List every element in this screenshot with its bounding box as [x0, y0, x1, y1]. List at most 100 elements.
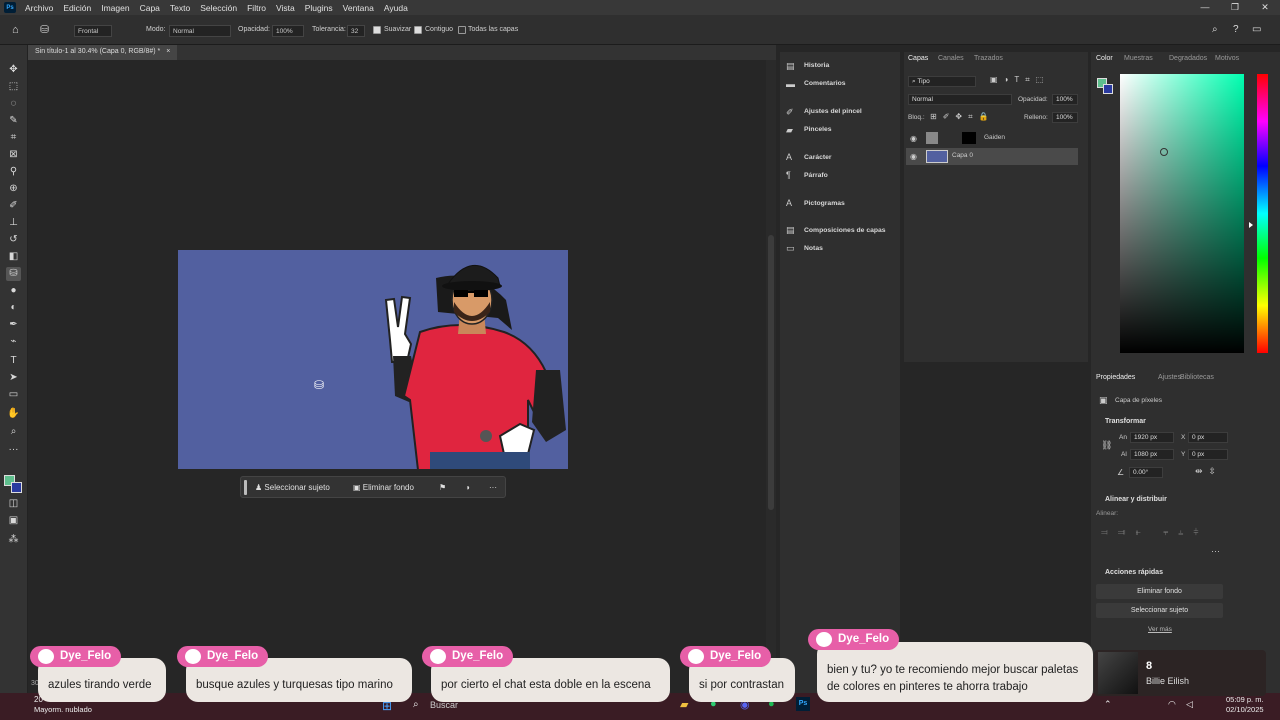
vertical-scrollbar-thumb[interactable]: [768, 235, 774, 510]
layer-row-selected[interactable]: ◉ Capa 0: [906, 148, 1078, 165]
align-icons[interactable]: ⫤⫥⫦ ⫧⫨⫩: [1101, 527, 1209, 538]
panel-composiciones[interactable]: Composiciones de capas: [804, 227, 886, 234]
panel-comentarios[interactable]: Comentarios: [804, 80, 846, 87]
brush-tool-icon[interactable]: ✐: [6, 199, 21, 213]
extras-icon[interactable]: ⁂: [6, 533, 21, 547]
tab-degradados[interactable]: Degradados: [1169, 55, 1207, 62]
background-color-swatch[interactable]: [11, 482, 22, 493]
tab-ajustes[interactable]: Ajustes: [1158, 374, 1181, 381]
hue-slider-handle[interactable]: [1249, 222, 1253, 228]
tolerance-input[interactable]: 32: [347, 25, 365, 37]
paint-bucket-preset-icon[interactable]: ⛁: [40, 23, 49, 36]
paint-bucket-tool-icon[interactable]: ⛁: [6, 267, 21, 281]
paragraph-icon[interactable]: ¶: [786, 170, 791, 180]
tab-propiedades[interactable]: Propiedades: [1096, 374, 1135, 381]
select-subject-button[interactable]: ♟ Seleccionar sujeto: [255, 481, 330, 495]
x-input[interactable]: 0 px: [1188, 432, 1228, 443]
history-icon[interactable]: ▤: [786, 61, 795, 72]
menu-texto[interactable]: Texto: [165, 3, 195, 13]
volume-icon[interactable]: ◁: [1186, 699, 1193, 710]
angle-input[interactable]: 0.00°: [1129, 467, 1163, 478]
tab-bibliotecas[interactable]: Bibliotecas: [1180, 374, 1214, 381]
layer-row[interactable]: ◉ Gaiden: [906, 130, 1078, 148]
hue-slider[interactable]: [1257, 74, 1268, 353]
fill-input[interactable]: 100%: [1052, 112, 1078, 123]
stamp-tool-icon[interactable]: ⊥: [6, 216, 21, 230]
visibility-eye-icon[interactable]: ◉: [910, 134, 917, 143]
eraser-tool-icon[interactable]: ◧: [6, 250, 21, 264]
all-layers-checkbox[interactable]: [458, 26, 466, 34]
hand-tool-icon[interactable]: ✋: [6, 407, 21, 421]
move-tool-icon[interactable]: ✥: [6, 63, 21, 77]
layer-opacity-input[interactable]: 100%: [1052, 94, 1078, 105]
panel-pictogramas[interactable]: Pictogramas: [804, 200, 845, 207]
quick-mask-icon[interactable]: ◫: [6, 497, 21, 511]
photoshop-taskbar-icon[interactable]: Ps: [796, 697, 810, 711]
document-canvas[interactable]: [178, 250, 568, 469]
panel-background-swatch[interactable]: [1103, 84, 1113, 94]
color-picker-field[interactable]: [1120, 74, 1244, 353]
mode-select[interactable]: Normal: [169, 25, 231, 37]
history-brush-tool-icon[interactable]: ↺: [6, 233, 21, 247]
panel-notas[interactable]: Notas: [804, 245, 823, 252]
pen-tool-2-icon[interactable]: ⌁: [6, 335, 21, 349]
help-icon[interactable]: ?: [1233, 24, 1239, 35]
tab-color[interactable]: Color: [1096, 55, 1113, 62]
panel-historia[interactable]: Historia: [804, 62, 829, 69]
width-input[interactable]: 1920 px: [1130, 432, 1174, 443]
more-align-icon[interactable]: ···: [1211, 546, 1220, 556]
drag-handle[interactable]: [244, 480, 247, 495]
document-tab[interactable]: Sin título-1 al 30.4% (Capa 0, RGB/8#) *…: [28, 45, 178, 60]
lasso-tool-icon[interactable]: ◌: [6, 97, 21, 111]
menu-seleccion[interactable]: Selección: [195, 3, 242, 13]
menu-ventana[interactable]: Ventana: [338, 3, 379, 13]
eyedropper-tool-icon[interactable]: ⚲: [6, 165, 21, 179]
zoom-tool-icon[interactable]: ⌕: [6, 425, 21, 439]
close-window-icon[interactable]: ✕: [1250, 0, 1280, 15]
home-icon[interactable]: ⌂: [12, 24, 19, 36]
flag-icon[interactable]: ⚑: [439, 481, 446, 495]
type-tool-icon[interactable]: T: [6, 354, 21, 368]
clock-date[interactable]: 02/10/2025: [1226, 705, 1264, 714]
menu-capa[interactable]: Capa: [135, 3, 165, 13]
tab-motivos[interactable]: Motivos: [1215, 55, 1239, 62]
blend-mode-select[interactable]: Normal: [908, 94, 1012, 105]
color-picker-handle[interactable]: [1160, 148, 1168, 156]
layer-filter-icons[interactable]: ▣◑T⌗⬚: [990, 75, 1049, 85]
layer-comps-icon[interactable]: ▤: [786, 225, 795, 236]
minimize-icon[interactable]: —: [1190, 0, 1220, 15]
y-input[interactable]: 0 px: [1188, 449, 1228, 460]
link-icon[interactable]: ⛓: [1101, 440, 1112, 451]
more-options-icon[interactable]: ···: [489, 481, 497, 495]
glyphs-icon[interactable]: A: [786, 198, 792, 208]
menu-ayuda[interactable]: Ayuda: [379, 3, 413, 13]
tab-canales[interactable]: Canales: [938, 55, 964, 62]
menu-imagen[interactable]: Imagen: [96, 3, 134, 13]
menu-plugins[interactable]: Plugins: [300, 3, 338, 13]
crop-tool-icon[interactable]: ⌗: [6, 131, 21, 145]
more-tools-icon[interactable]: ···: [6, 443, 21, 457]
menu-filtro[interactable]: Filtro: [242, 3, 271, 13]
layer-filter-select[interactable]: ⌕ Tipo: [908, 76, 976, 87]
taskbar-search-icon[interactable]: ⌕: [413, 699, 419, 710]
healing-brush-tool-icon[interactable]: ⊕: [6, 182, 21, 196]
tab-capas[interactable]: Capas: [908, 55, 928, 62]
quick-remove-background-button[interactable]: Eliminar fondo: [1096, 584, 1223, 599]
close-document-icon[interactable]: ×: [166, 48, 170, 55]
panel-parrafo[interactable]: Párrafo: [804, 172, 828, 179]
height-input[interactable]: 1080 px: [1130, 449, 1174, 460]
clock-time[interactable]: 05:09 p. m.: [1226, 695, 1264, 704]
align-title[interactable]: Alinear y distribuir: [1105, 496, 1167, 503]
comments-icon[interactable]: ▬: [786, 79, 795, 89]
wifi-icon[interactable]: ◠: [1168, 699, 1176, 710]
screen-mode-icon[interactable]: ▣: [6, 514, 21, 528]
menu-vista[interactable]: Vista: [271, 3, 300, 13]
contiguous-checkbox[interactable]: [414, 26, 422, 34]
maximize-icon[interactable]: ❐: [1220, 0, 1250, 15]
menu-archivo[interactable]: Archivo: [20, 3, 58, 13]
notes-icon[interactable]: ▭: [786, 243, 795, 254]
see-more-link[interactable]: Ver más: [1148, 626, 1172, 633]
fill-source-select[interactable]: Frontal: [74, 25, 112, 37]
panel-caracter[interactable]: Carácter: [804, 154, 832, 161]
visibility-eye-icon[interactable]: ◉: [910, 152, 917, 161]
